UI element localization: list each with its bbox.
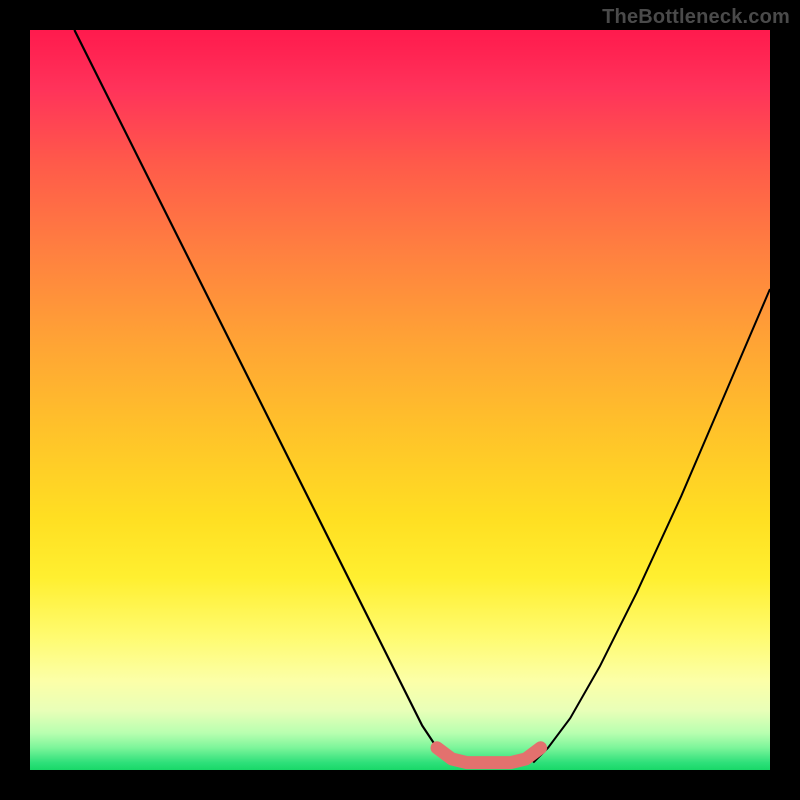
curve-left — [74, 30, 451, 763]
watermark-text: TheBottleneck.com — [602, 6, 790, 29]
chart-frame: TheBottleneck.com — [0, 0, 800, 800]
plot-area — [30, 30, 770, 770]
chart-svg — [30, 30, 770, 770]
bottom-band — [437, 748, 541, 763]
curve-right — [533, 289, 770, 763]
